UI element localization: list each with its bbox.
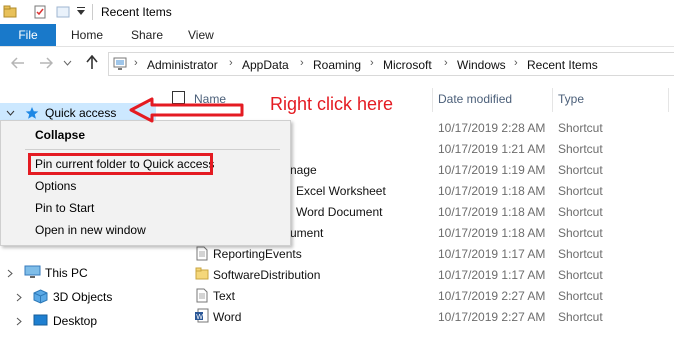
file-type: Shortcut xyxy=(558,163,603,177)
file-name: ument xyxy=(290,226,324,240)
qat-dropdown-icon[interactable] xyxy=(74,5,88,19)
breadcrumb-windows[interactable]: Windows xyxy=(457,58,506,72)
cube-icon xyxy=(33,289,48,304)
nav-item-label: Quick access xyxy=(45,106,117,120)
nav-item-label: This PC xyxy=(45,266,88,280)
file-name: SoftwareDistribution xyxy=(213,268,321,282)
file-type: Shortcut xyxy=(558,226,603,240)
nav-item-label: 3D Objects xyxy=(53,290,113,304)
breadcrumb-separator-icon: › xyxy=(370,57,374,69)
tab-file[interactable]: File xyxy=(0,24,56,46)
chevron-right-icon[interactable] xyxy=(7,269,13,278)
file-date: 10/17/2019 2:28 AM xyxy=(438,121,546,135)
menu-item-collapse[interactable]: Collapse xyxy=(35,128,85,142)
file-date: 10/17/2019 1:17 AM xyxy=(438,268,546,282)
file-date: 10/17/2019 1:18 AM xyxy=(438,226,546,240)
up-arrow-icon[interactable] xyxy=(86,55,98,70)
file-type: Shortcut xyxy=(558,121,603,135)
back-arrow-icon[interactable] xyxy=(11,57,25,69)
file-type: Shortcut xyxy=(558,247,603,261)
file-date: 10/17/2019 2:27 AM xyxy=(438,289,546,303)
properties-icon[interactable] xyxy=(33,5,47,19)
file-name: Text xyxy=(213,289,236,303)
highlight-box xyxy=(28,153,213,175)
text-file-icon xyxy=(196,288,208,303)
menu-item-pin-to-start[interactable]: Pin to Start xyxy=(35,201,94,215)
breadcrumb-separator-icon: › xyxy=(514,57,518,69)
file-type: Shortcut xyxy=(558,184,603,198)
tab-view[interactable]: View xyxy=(188,24,214,46)
nav-item-label: Desktop xyxy=(53,314,98,328)
computer-icon xyxy=(24,265,41,278)
file-name: Excel Worksheet xyxy=(296,184,386,198)
chevron-down-icon[interactable] xyxy=(6,110,15,116)
file-date: 10/17/2019 1:18 AM xyxy=(438,184,546,198)
breadcrumb-separator-icon: › xyxy=(134,57,138,69)
column-divider[interactable] xyxy=(668,88,669,112)
annotation-label: Right click here xyxy=(270,94,394,114)
file-type: Shortcut xyxy=(558,289,603,303)
breadcrumb-appdata[interactable]: AppData xyxy=(242,58,289,72)
tab-share[interactable]: Share xyxy=(131,24,163,46)
menu-item-options[interactable]: Options xyxy=(35,179,76,193)
column-header-date[interactable]: Date modified xyxy=(438,92,512,106)
file-name: Word xyxy=(213,310,242,324)
nav-item-desktop[interactable]: Desktop xyxy=(0,310,160,330)
file-date: 10/17/2019 1:21 AM xyxy=(438,142,546,156)
file-name: Word Document xyxy=(296,205,383,219)
recent-locations-chevron-icon[interactable] xyxy=(63,60,72,66)
column-divider[interactable] xyxy=(552,88,553,112)
column-divider[interactable] xyxy=(432,88,433,112)
title-divider xyxy=(92,4,93,20)
annotation-arrow-icon xyxy=(129,97,244,123)
breadcrumb-separator-icon: › xyxy=(444,57,448,69)
menu-separator xyxy=(25,149,280,150)
file-type: Shortcut xyxy=(558,205,603,219)
breadcrumb-recent-items[interactable]: Recent Items xyxy=(527,58,598,72)
window-title: Recent Items xyxy=(101,5,172,19)
ribbon-tabs: File Home Share View xyxy=(0,24,674,47)
address-bar[interactable]: › Administrator › AppData › Roaming › Mi… xyxy=(108,52,674,76)
file-date: 10/17/2019 1:19 AM xyxy=(438,163,546,177)
file-date: 10/17/2019 1:18 AM xyxy=(438,205,546,219)
file-type: Shortcut xyxy=(558,310,603,324)
file-type: Shortcut xyxy=(558,268,603,282)
svg-text:W: W xyxy=(196,314,203,321)
breadcrumb-roaming[interactable]: Roaming xyxy=(313,58,361,72)
file-name: ReportingEvents xyxy=(213,247,302,261)
context-menu: Collapse Pin current folder to Quick acc… xyxy=(0,120,291,246)
new-folder-icon[interactable] xyxy=(56,5,70,19)
tab-home[interactable]: Home xyxy=(71,24,103,46)
breadcrumb-separator-icon: › xyxy=(229,57,233,69)
chevron-right-icon[interactable] xyxy=(16,317,22,326)
star-icon xyxy=(25,107,39,119)
desktop-icon xyxy=(33,314,48,326)
forward-arrow-icon[interactable] xyxy=(39,57,53,69)
menu-item-open-new-window[interactable]: Open in new window xyxy=(35,223,146,237)
file-date: 10/17/2019 2:27 AM xyxy=(438,310,546,324)
file-date: 10/17/2019 1:17 AM xyxy=(438,247,546,261)
computer-location-icon xyxy=(113,57,127,70)
nav-item-3d-objects[interactable]: 3D Objects xyxy=(0,286,160,306)
app-icon[interactable] xyxy=(3,5,17,19)
file-name: nage xyxy=(290,163,317,177)
breadcrumb-separator-icon: › xyxy=(300,57,304,69)
breadcrumb-microsoft[interactable]: Microsoft xyxy=(383,58,432,72)
breadcrumb-administrator[interactable]: Administrator xyxy=(147,58,218,72)
column-header-type[interactable]: Type xyxy=(558,92,584,106)
word-file-icon: W xyxy=(195,308,209,323)
text-file-icon xyxy=(196,246,208,261)
nav-item-this-pc[interactable]: This PC xyxy=(0,262,160,282)
file-type: Shortcut xyxy=(558,142,603,156)
title-bar: Recent Items xyxy=(0,0,674,26)
chevron-right-icon[interactable] xyxy=(16,293,22,302)
folder-icon xyxy=(195,267,209,280)
